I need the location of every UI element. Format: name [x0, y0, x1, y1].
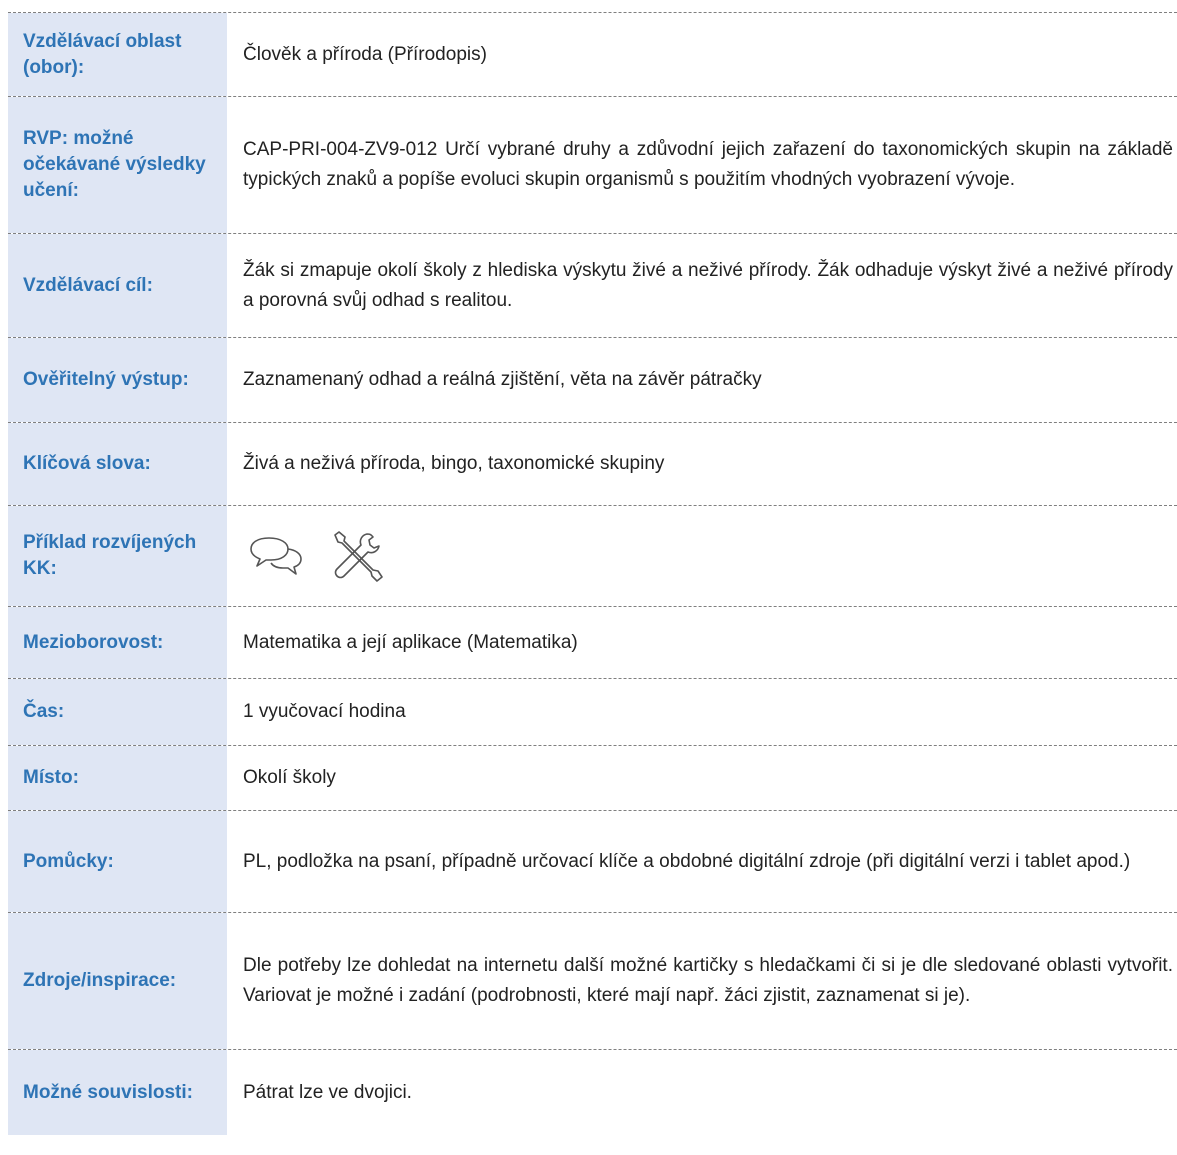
row-zdroje: Zdroje/inspirace: Dle potřeby lze dohled… — [8, 912, 1177, 1049]
row-value: Dle potřeby lze dohledat na internetu da… — [243, 955, 1173, 1006]
row-pomucky: Pomůcky: PL, podložka na psaní, případně… — [8, 810, 1177, 912]
row-label: Místo: — [8, 746, 227, 810]
row-label: RVP: možné očekávané výsledky učení: — [8, 97, 227, 233]
row-mozne-souvislosti: Možné souvislosti: Pátrat lze ve dvojici… — [8, 1049, 1177, 1135]
row-label: Vzdělávací oblast (obor): — [8, 13, 227, 96]
row-mezioborovost: Mezioborovost: Matematika a její aplikac… — [8, 606, 1177, 678]
row-label: Čas: — [8, 679, 227, 745]
row-rvp: RVP: možné očekávané výsledky učení: CAP… — [8, 96, 1177, 233]
row-value — [227, 506, 1177, 606]
row-value: Okolí školy — [243, 767, 336, 788]
row-label: Možné souvislosti: — [8, 1050, 227, 1135]
row-misto: Místo: Okolí školy — [8, 745, 1177, 810]
row-value: 1 vyučovací hodina — [243, 701, 406, 722]
row-value: Matematika a její aplikace (Matematika) — [243, 631, 578, 653]
row-label: Mezioborovost: — [8, 607, 227, 678]
row-value: Žák si zmapuje okolí školy z hlediska vý… — [243, 259, 1173, 311]
tools-icon — [329, 529, 387, 583]
row-label: Klíčová slova: — [8, 423, 227, 505]
row-vzdelavaci-oblast: Vzdělávací oblast (obor): Člověk a příro… — [8, 12, 1177, 96]
speech-bubbles-icon — [247, 532, 305, 580]
row-label: Příklad rozvíjených KK: — [8, 506, 227, 606]
row-klicova-slova: Klíčová slova: Živá a neživá příroda, bi… — [8, 422, 1177, 505]
row-value: Zaznamenaný odhad a reálná zjištění, vět… — [243, 369, 762, 390]
row-label: Zdroje/inspirace: — [8, 913, 227, 1049]
row-label: Pomůcky: — [8, 811, 227, 912]
lesson-info-table: Vzdělávací oblast (obor): Člověk a příro… — [8, 12, 1177, 1135]
row-cas: Čas: 1 vyučovací hodina — [8, 678, 1177, 745]
row-value: PL, podložka na psaní, případně určovací… — [243, 850, 1131, 872]
row-label: Ověřitelný výstup: — [8, 338, 227, 422]
row-value: Živá a neživá příroda, bingo, taxonomick… — [243, 453, 665, 474]
row-value: Pátrat lze ve dvojici. — [243, 1081, 412, 1103]
row-priklad-kk: Příklad rozvíjených KK: — [8, 505, 1177, 606]
row-value: CAP-PRI-004-ZV9-012 Určí vybrané druhy a… — [243, 139, 1173, 190]
row-vzdelavaci-cil: Vzdělávací cíl: Žák si zmapuje okolí ško… — [8, 233, 1177, 337]
row-label: Vzdělávací cíl: — [8, 234, 227, 337]
row-overitelny-vystup: Ověřitelný výstup: Zaznamenaný odhad a r… — [8, 337, 1177, 422]
row-value: Člověk a příroda (Přírodopis) — [243, 43, 487, 65]
